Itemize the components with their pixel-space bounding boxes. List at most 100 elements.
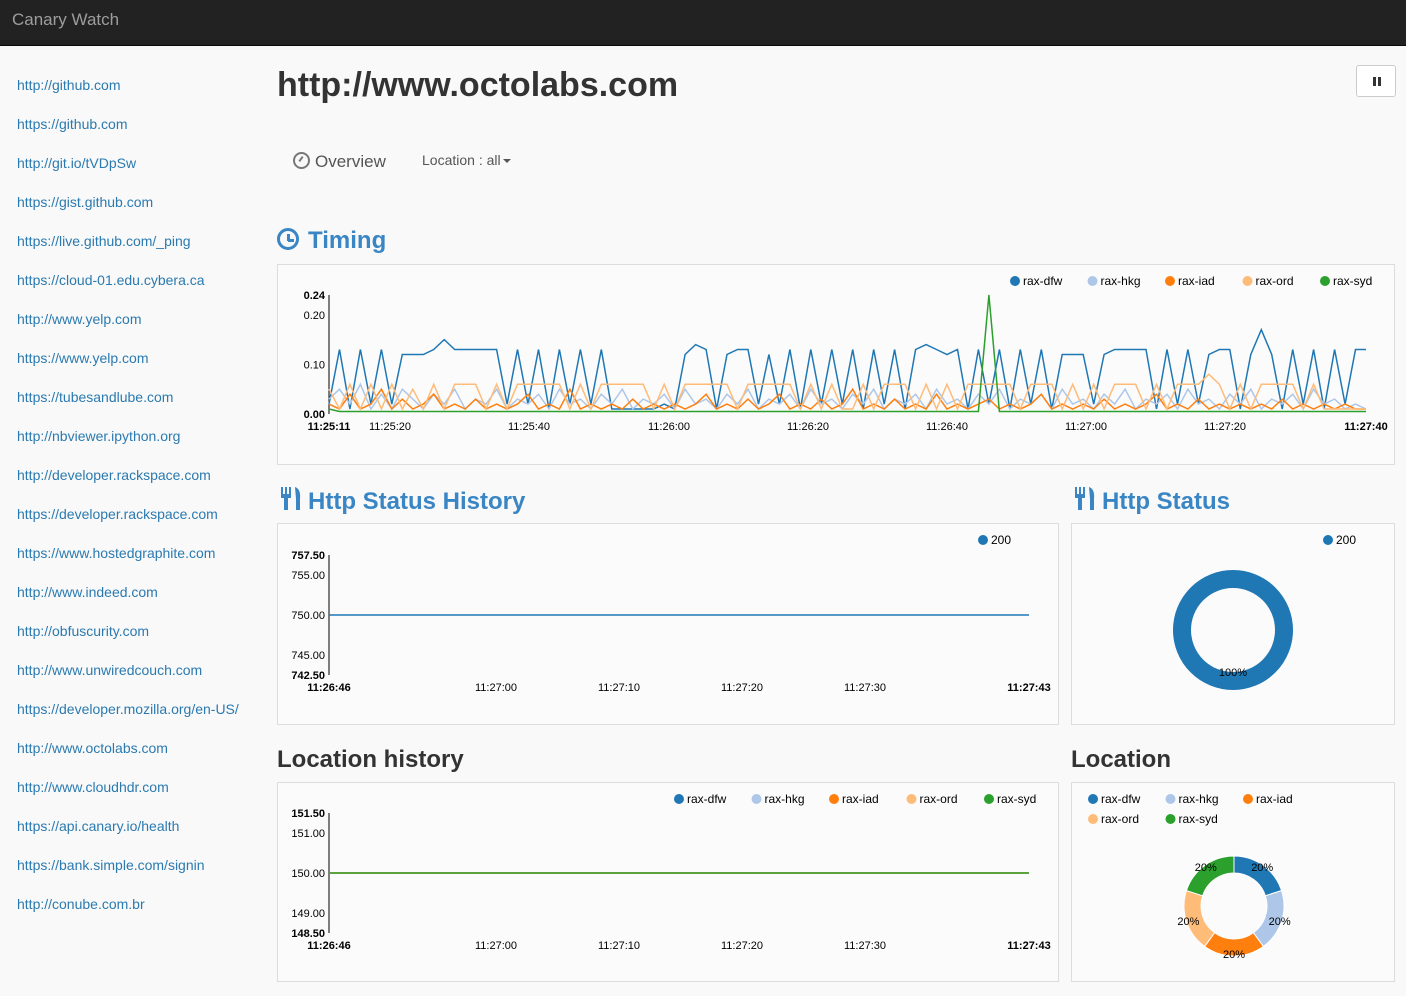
sidebar-link[interactable]: https://www.yelp.com — [17, 349, 242, 367]
sidebar-link[interactable]: https://cloud-01.edu.cybera.ca — [17, 271, 242, 289]
slice-label: 20% — [1195, 862, 1217, 874]
legend-label[interactable]: rax-ord — [1256, 274, 1294, 288]
navbar: Canary Watch — [0, 0, 1406, 46]
pie-slice[interactable] — [1173, 570, 1293, 690]
legend-label[interactable]: rax-iad — [842, 792, 879, 806]
legend-swatch[interactable] — [984, 794, 994, 804]
http-status-panel: 200 100% — [1071, 523, 1395, 725]
sidebar-link[interactable]: https://developer.rackspace.com — [17, 505, 242, 523]
x-tick-label: 11:26:46 — [307, 940, 350, 952]
sidebar-link[interactable]: http://obfuscurity.com — [17, 622, 242, 640]
http-status-history-heading: Http Status History — [308, 488, 526, 515]
tab-overview[interactable]: Overview — [293, 150, 386, 172]
timing-panel: rax-dfw rax-hkg rax-iad rax-ord rax-syd 0.00 0… — [277, 264, 1395, 465]
location-history-heading: Location history — [277, 746, 464, 773]
sidebar-link[interactable]: http://git.io/tVDpSw — [17, 154, 242, 172]
sidebar-link[interactable]: https://gist.github.com — [17, 193, 242, 211]
sidebar-link[interactable]: http://www.cloudhdr.com — [17, 778, 242, 796]
legend-swatch[interactable] — [1010, 276, 1020, 286]
sidebar-link[interactable]: http://developer.rackspace.com — [17, 466, 242, 484]
location-pie: rax-dfw rax-hkg rax-iad rax-ord rax-syd 20% 20… — [1088, 792, 1293, 961]
brand[interactable]: Canary Watch — [12, 10, 119, 30]
legend-label[interactable]: rax-iad — [1178, 274, 1215, 288]
x-tick-label: 11:27:00 — [1065, 421, 1107, 433]
sidebar-link[interactable]: http://github.com — [17, 76, 242, 94]
y-tick-label: 742.50 — [291, 670, 325, 682]
x-tick-label: 11:27:43 — [1007, 940, 1050, 952]
legend-label[interactable]: 200 — [1336, 533, 1356, 547]
legend-label[interactable]: rax-hkg — [1101, 274, 1141, 288]
legend-swatch[interactable] — [1165, 276, 1175, 286]
legend-swatch[interactable] — [906, 794, 917, 804]
legend-swatch[interactable] — [1165, 794, 1176, 804]
sidebar-link[interactable]: https://api.canary.io/health — [17, 817, 242, 835]
legend-swatch[interactable] — [1087, 276, 1098, 286]
y-tick-label: 757.50 — [291, 550, 325, 562]
sidebar-link[interactable]: https://www.hostedgraphite.com — [17, 544, 242, 562]
location-dropdown[interactable]: Location : all — [422, 152, 511, 168]
timing-heading: Timing — [308, 227, 387, 254]
legend-label[interactable]: rax-dfw — [687, 792, 727, 806]
x-tick-label: 11:27:43 — [1007, 682, 1050, 694]
legend-label[interactable]: rax-dfw — [1023, 274, 1063, 288]
legend-swatch[interactable] — [1165, 814, 1176, 824]
legend-swatch[interactable] — [1088, 794, 1098, 804]
x-tick-label: 11:27:40 — [1344, 421, 1387, 433]
legend-swatch[interactable] — [1320, 276, 1330, 286]
y-tick-label: 0.20 — [304, 310, 325, 322]
x-tick-label: 11:27:20 — [721, 940, 763, 952]
legend-swatch[interactable] — [978, 535, 988, 545]
cutlery-icon — [281, 487, 301, 510]
legend-label[interactable]: rax-iad — [1256, 792, 1293, 806]
legend-label[interactable]: rax-syd — [1333, 274, 1372, 288]
slice-label: 20% — [1251, 862, 1273, 874]
legend-swatch[interactable] — [1323, 535, 1333, 545]
legend-swatch[interactable] — [1242, 276, 1253, 286]
sidebar-link[interactable]: http://www.unwiredcouch.com — [17, 661, 242, 679]
slice-label: 100% — [1219, 667, 1247, 679]
pause-button[interactable] — [1356, 65, 1396, 97]
sidebar-link[interactable]: https://developer.mozilla.org/en-US/ — [17, 700, 242, 718]
sidebar-link[interactable]: https://bank.simple.com/signin — [17, 856, 242, 874]
x-tick-label: 11:27:30 — [844, 682, 886, 694]
x-tick-label: 11:25:40 — [508, 421, 550, 433]
y-tick-label: 0.24 — [304, 290, 326, 302]
legend-label[interactable]: rax-syd — [1179, 812, 1218, 826]
y-tick-label: 750.00 — [291, 610, 325, 622]
cutlery-icon — [1075, 487, 1095, 510]
x-tick-label: 11:27:20 — [721, 682, 763, 694]
legend-label[interactable]: rax-dfw — [1101, 792, 1141, 806]
legend-swatch[interactable] — [829, 794, 839, 804]
x-tick-label: 11:27:30 — [844, 940, 886, 952]
y-tick-label: 150.00 — [291, 868, 325, 880]
legend-label[interactable]: rax-hkg — [765, 792, 805, 806]
x-tick-label: 11:27:20 — [1204, 421, 1246, 433]
legend-swatch[interactable] — [1243, 794, 1253, 804]
legend-label[interactable]: rax-ord — [1101, 812, 1139, 826]
legend-label[interactable]: rax-ord — [920, 792, 958, 806]
sidebar-link[interactable]: http://conube.com.br — [17, 895, 242, 913]
sidebar-link[interactable]: https://tubesandlube.com — [17, 388, 242, 406]
sidebar-link[interactable]: https://live.github.com/_ping — [17, 232, 242, 250]
legend-label[interactable]: rax-syd — [997, 792, 1036, 806]
legend-swatch[interactable] — [674, 794, 684, 804]
http-status-heading: Http Status — [1102, 488, 1230, 515]
dashboard-icon — [293, 152, 310, 169]
sidebar-link[interactable]: http://www.indeed.com — [17, 583, 242, 601]
legend-swatch[interactable] — [751, 794, 762, 804]
y-tick-label: 0.00 — [304, 409, 325, 421]
http-status-history-chart: 200 742.50 745.00 750.00 755.00 757.50 11:26:4… — [291, 533, 1050, 694]
x-tick-label: 11:26:00 — [648, 421, 690, 433]
y-tick-label: 151.50 — [291, 808, 325, 820]
legend-label[interactable]: rax-hkg — [1179, 792, 1219, 806]
sidebar: http://github.com https://github.com http:… — [17, 76, 242, 934]
sidebar-link[interactable]: http://nbviewer.ipython.org — [17, 427, 242, 445]
http-status-history-panel: 200 742.50 745.00 750.00 755.00 757.50 11:26:4… — [277, 523, 1059, 725]
legend-swatch[interactable] — [1088, 814, 1098, 824]
x-tick-label: 11:27:00 — [475, 682, 517, 694]
legend-label[interactable]: 200 — [991, 533, 1011, 547]
sidebar-link[interactable]: https://github.com — [17, 115, 242, 133]
sidebar-link[interactable]: http://www.octolabs.com — [17, 739, 242, 757]
sidebar-link[interactable]: http://www.yelp.com — [17, 310, 242, 328]
y-tick-label: 149.00 — [291, 908, 325, 920]
